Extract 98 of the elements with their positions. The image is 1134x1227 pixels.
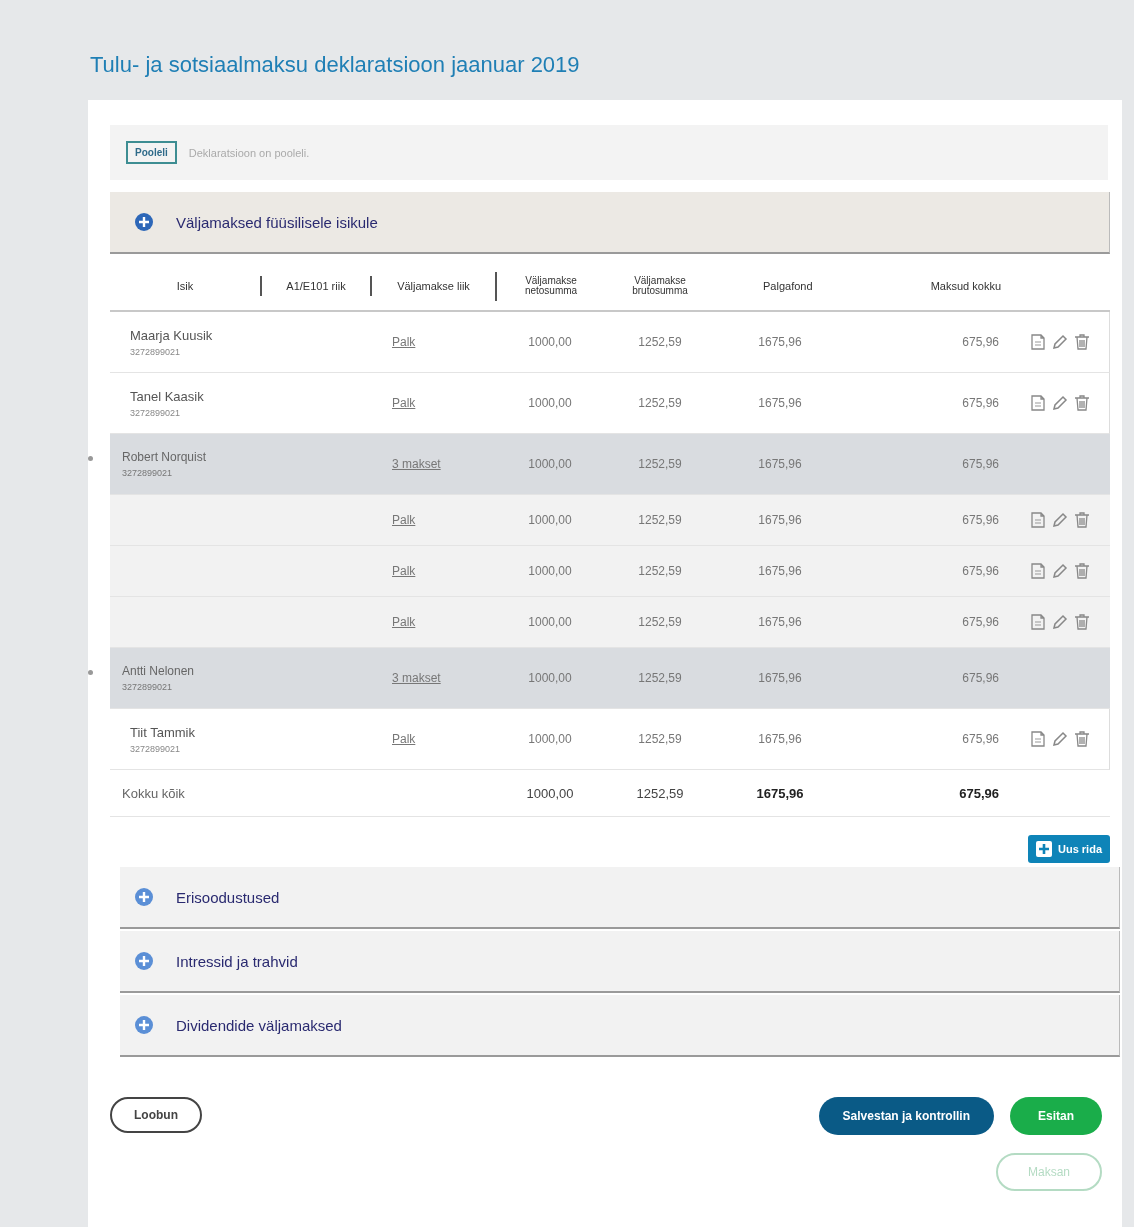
trash-icon[interactable] xyxy=(1073,613,1091,631)
plus-circle-icon xyxy=(134,951,154,971)
trash-icon[interactable] xyxy=(1073,562,1091,580)
section-header[interactable]: Erisoodustused xyxy=(120,867,1120,929)
pencil-icon[interactable] xyxy=(1051,333,1069,351)
table-cell-text: 1000,00 xyxy=(525,785,575,801)
document-icon[interactable] xyxy=(1029,562,1047,580)
person-code: 3272899021 xyxy=(130,743,182,754)
total-label: Kokku kõik xyxy=(121,785,186,801)
column-header: Väljamakse netosumma xyxy=(495,271,605,301)
table-cell-text: 1000,00 xyxy=(527,457,573,471)
table-cell-text: 675,96 xyxy=(961,615,1000,629)
table-cell-text: 1252,59 xyxy=(637,671,683,685)
person-name: Maarja Kuusik xyxy=(130,327,214,343)
payment-type-link[interactable]: Palk xyxy=(392,513,416,527)
table-cell-text: 675,96 xyxy=(961,457,1000,471)
table-cell-text: 1252,59 xyxy=(637,732,683,746)
trash-icon[interactable] xyxy=(1073,394,1091,412)
table-cell-text: 675,96 xyxy=(961,335,1000,349)
person-code: 3272899021 xyxy=(130,407,182,418)
plus-circle-icon xyxy=(134,887,154,907)
table-cell-text: 1000,00 xyxy=(527,732,573,746)
table-cell-text: 1675,96 xyxy=(757,564,803,578)
payment-type-link[interactable]: Palk xyxy=(392,396,416,410)
person-code: 3272899021 xyxy=(122,468,174,478)
document-icon[interactable] xyxy=(1029,730,1047,748)
submit-button[interactable]: Esitan xyxy=(1010,1097,1102,1135)
table-cell-text: 675,96 xyxy=(961,396,1000,410)
person-name: Tanel Kaasik xyxy=(130,388,205,404)
table-cell-text: 1252,59 xyxy=(637,457,683,471)
pencil-icon[interactable] xyxy=(1051,730,1069,748)
table-cell-text: 1675,96 xyxy=(757,513,803,527)
section-header[interactable]: Intressid ja trahvid xyxy=(120,931,1120,993)
table-cell-text: 1252,59 xyxy=(637,615,683,629)
table-cell-text: 675,96 xyxy=(961,732,1000,746)
table-cell-text: 1675,96 xyxy=(757,732,803,746)
table-cell-text: 1675,96 xyxy=(757,671,803,685)
person-code: 3272899021 xyxy=(130,346,182,357)
bullet-icon xyxy=(88,456,93,461)
save-button[interactable]: Salvestan ja kontrollin xyxy=(818,1097,994,1135)
table-cell-text: 1675,96 xyxy=(757,457,803,471)
document-icon[interactable] xyxy=(1029,511,1047,529)
pencil-icon[interactable] xyxy=(1051,562,1069,580)
table-cell-text: 1000,00 xyxy=(527,671,573,685)
payment-type-link[interactable]: Palk xyxy=(392,732,416,746)
section-header[interactable]: Väljamaksed füüsilisele isikule xyxy=(110,192,1110,254)
document-icon[interactable] xyxy=(1029,333,1047,351)
column-header: Palgafond xyxy=(762,280,814,292)
table-cell-text: 1675,96 xyxy=(757,615,803,629)
pencil-icon[interactable] xyxy=(1051,511,1069,529)
add-row-button[interactable]: Uus rida xyxy=(1028,835,1110,863)
column-header: Väljamakse liik xyxy=(370,276,495,296)
table-cell-text: 1675,96 xyxy=(757,396,803,410)
table-cell-text: 1000,00 xyxy=(527,335,573,349)
payment-type-link[interactable]: Palk xyxy=(392,335,416,349)
column-header: Väljamakse brutosumma xyxy=(631,275,689,297)
table-cell-text: 1252,59 xyxy=(637,513,683,527)
table-cell-text: 1252,59 xyxy=(637,335,683,349)
person-name: Antti Nelonen xyxy=(122,664,196,678)
column-header: Isik xyxy=(175,280,195,292)
table-cell-text: 675,96 xyxy=(961,671,1000,685)
payment-type-link[interactable]: Palk xyxy=(392,615,416,629)
pencil-icon[interactable] xyxy=(1051,613,1069,631)
table-cell-text: 1675,96 xyxy=(755,785,805,801)
table-cell-text: 675,96 xyxy=(961,564,1000,578)
payment-type-link[interactable]: 3 makset xyxy=(392,671,441,685)
person-name: Tiit Tammik xyxy=(130,724,196,740)
table-cell-text: 1252,59 xyxy=(637,396,683,410)
plus-circle-icon xyxy=(134,212,154,232)
trash-icon[interactable] xyxy=(1073,333,1091,351)
document-icon[interactable] xyxy=(1029,394,1047,412)
status-badge: Pooleli xyxy=(126,141,177,164)
table-cell-text: 675,96 xyxy=(958,785,1000,801)
person-code: 3272899021 xyxy=(122,682,174,692)
table-cell-text: 1252,59 xyxy=(635,785,685,801)
table-cell-text: 1000,00 xyxy=(527,615,573,629)
document-icon[interactable] xyxy=(1029,613,1047,631)
table-cell-text: 1000,00 xyxy=(527,513,573,527)
plus-icon xyxy=(1036,841,1052,857)
payment-type-link[interactable]: Palk xyxy=(392,564,416,578)
payment-type-link[interactable]: 3 makset xyxy=(392,457,441,471)
table-cell-text: 1000,00 xyxy=(527,396,573,410)
person-name: Robert Norquist xyxy=(122,450,208,464)
section-header[interactable]: Dividendide väljamaksed xyxy=(120,995,1120,1057)
pencil-icon[interactable] xyxy=(1051,394,1069,412)
bullet-icon xyxy=(88,670,93,675)
column-header: Maksud kokku xyxy=(929,280,1002,292)
column-header: A1/E101 riik xyxy=(260,276,370,296)
table-cell-text: 675,96 xyxy=(961,513,1000,527)
page-title: Tulu- ja sotsiaalmaksu deklaratsioon jaanuar 2019 xyxy=(89,51,581,79)
table-cell-text: 1000,00 xyxy=(527,564,573,578)
trash-icon[interactable] xyxy=(1073,511,1091,529)
table-cell-text: 1675,96 xyxy=(757,335,803,349)
status-text: Deklaratsioon on pooleli. xyxy=(188,146,310,159)
cancel-button[interactable]: Loobun xyxy=(110,1097,202,1133)
trash-icon[interactable] xyxy=(1073,730,1091,748)
table-cell-text: 1252,59 xyxy=(637,564,683,578)
plus-circle-icon xyxy=(134,1015,154,1035)
